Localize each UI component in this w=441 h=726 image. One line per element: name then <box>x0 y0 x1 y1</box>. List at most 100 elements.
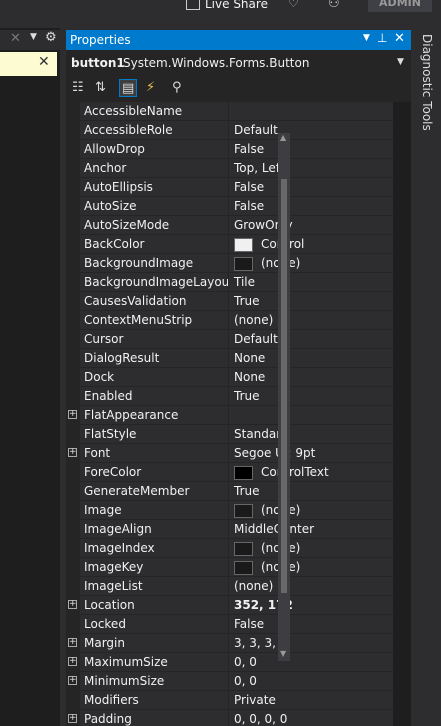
property-value[interactable]: (none) <box>229 501 393 519</box>
property-value[interactable]: True <box>229 387 393 405</box>
property-value[interactable]: (none) <box>229 539 393 557</box>
property-value[interactable]: (none) <box>229 311 393 329</box>
account-icon[interactable]: ⚇ <box>328 0 340 11</box>
vertical-scrollbar[interactable]: ▲ ▼ <box>278 133 290 661</box>
property-value[interactable]: Control <box>229 235 393 253</box>
property-pages-icon[interactable]: ⚲ <box>170 79 188 97</box>
property-row[interactable]: Dock None <box>66 368 411 387</box>
expand-icon[interactable]: + <box>68 448 77 457</box>
property-row[interactable]: + Font Segoe UI; 9pt <box>66 444 411 463</box>
property-value[interactable]: None <box>229 368 393 386</box>
property-value[interactable]: 3, 3, 3, 3 <box>229 634 393 652</box>
property-value[interactable]: False <box>229 178 393 196</box>
property-row[interactable]: FlatStyle Standard <box>66 425 411 444</box>
property-row[interactable]: GenerateMember True <box>66 482 411 501</box>
property-row[interactable]: DialogResult None <box>66 349 411 368</box>
property-row[interactable]: ContextMenuStrip (none) <box>66 311 411 330</box>
property-value[interactable]: (none) <box>229 254 393 272</box>
property-value[interactable]: Default <box>229 330 393 348</box>
property-value[interactable]: 0, 0 <box>229 653 393 671</box>
property-row[interactable]: ImageAlign MiddleCenter <box>66 520 411 539</box>
row-gutter: + <box>66 444 80 463</box>
close-tab-icon[interactable]: ✕ <box>38 54 50 70</box>
property-value[interactable]: None <box>229 349 393 367</box>
property-row[interactable]: AccessibleName <box>66 102 411 121</box>
property-value[interactable]: GrowOnly <box>229 216 393 234</box>
property-row[interactable]: ImageKey(none) <box>66 558 411 577</box>
property-row[interactable]: Enabled True <box>66 387 411 406</box>
property-value[interactable]: (none) <box>229 558 393 576</box>
property-value[interactable]: MiddleCenter <box>229 520 393 538</box>
property-row[interactable]: AutoEllipsis False <box>66 178 411 197</box>
property-row[interactable]: + Margin 3, 3, 3, 3 <box>66 634 411 653</box>
property-row[interactable]: ImageList (none) <box>66 577 411 596</box>
expand-icon[interactable]: + <box>68 676 77 685</box>
live-share-button[interactable]: Live Share <box>186 0 268 11</box>
property-row[interactable]: BackgroundImage(none) <box>66 254 411 273</box>
property-row[interactable]: + MaximumSize 0, 0 <box>66 653 411 672</box>
close-icon[interactable]: ✕ <box>394 31 405 46</box>
property-value[interactable] <box>229 406 393 424</box>
property-row[interactable]: Cursor Default <box>66 330 411 349</box>
gear-icon[interactable]: ⚙ <box>45 30 57 45</box>
property-row[interactable]: Anchor Top, Left <box>66 159 411 178</box>
properties-icon[interactable]: ▤ <box>119 79 137 97</box>
property-value[interactable]: Tile <box>229 273 393 291</box>
property-row[interactable]: AccessibleRole Default <box>66 121 411 140</box>
property-row[interactable]: + Location 352, 172 <box>66 596 411 615</box>
object-selector[interactable]: button1 System.Windows.Forms.Button ▼ <box>66 52 411 72</box>
events-icon[interactable]: ⚡ <box>144 79 162 97</box>
property-value[interactable]: False <box>229 615 393 633</box>
property-row[interactable]: Image(none) <box>66 501 411 520</box>
property-row[interactable]: ImageIndex(none) <box>66 539 411 558</box>
expand-icon[interactable]: + <box>68 714 77 723</box>
property-row[interactable]: + Padding 0, 0, 0, 0 <box>66 710 411 726</box>
diagnostic-tools-tab[interactable]: Diagnostic Tools <box>416 28 441 726</box>
property-value[interactable]: ControlText <box>229 463 393 481</box>
property-row[interactable]: + MinimumSize 0, 0 <box>66 672 411 691</box>
property-row[interactable]: Locked False <box>66 615 411 634</box>
categorized-icon[interactable]: ☷ <box>70 79 88 97</box>
property-value[interactable]: 0, 0 <box>229 672 393 690</box>
property-value[interactable]: 0, 0, 0, 0 <box>229 710 393 726</box>
alphabetical-icon[interactable]: ⇅ <box>93 79 111 97</box>
property-value[interactable]: True <box>229 482 393 500</box>
property-value[interactable]: Top, Left <box>229 159 393 177</box>
row-gutter <box>66 159 80 178</box>
expand-icon[interactable]: + <box>68 657 77 666</box>
close-icon[interactable]: ✕ <box>10 31 21 46</box>
property-row[interactable]: BackColorControl <box>66 235 411 254</box>
property-value[interactable]: (none) <box>229 577 393 595</box>
chevron-down-icon[interactable]: ▼ <box>397 57 404 67</box>
scroll-thumb[interactable] <box>281 179 287 593</box>
property-row[interactable]: AutoSizeMode GrowOnly <box>66 216 411 235</box>
feedback-icon[interactable]: ♡ <box>288 0 302 10</box>
property-value[interactable] <box>229 102 393 120</box>
scroll-down-icon[interactable]: ▼ <box>280 649 286 658</box>
property-row[interactable]: CausesValidation True <box>66 292 411 311</box>
property-row[interactable]: Modifiers Private <box>66 691 411 710</box>
property-value[interactable]: False <box>229 140 393 158</box>
editor-tab[interactable]: ✕ <box>0 52 57 76</box>
property-value-text: ControlText <box>261 465 329 479</box>
property-row[interactable]: ForeColor ControlText <box>66 463 411 482</box>
pin-icon[interactable]: ⊥ <box>377 31 387 45</box>
property-row[interactable]: AutoSize False <box>66 197 411 216</box>
expand-icon[interactable]: + <box>68 638 77 647</box>
row-gutter <box>66 425 80 444</box>
property-value[interactable]: False <box>229 197 393 215</box>
expand-icon[interactable]: + <box>68 410 77 419</box>
property-value[interactable]: Standard <box>229 425 393 443</box>
expand-icon[interactable]: + <box>68 600 77 609</box>
property-value[interactable]: Private <box>229 691 393 709</box>
property-row[interactable]: AllowDrop False <box>66 140 411 159</box>
chevron-down-icon[interactable]: ▼ <box>30 32 37 42</box>
window-position-icon[interactable]: ▼ <box>363 33 370 43</box>
property-value[interactable]: True <box>229 292 393 310</box>
property-row[interactable]: + FlatAppearance <box>66 406 411 425</box>
scroll-up-icon[interactable]: ▲ <box>280 133 286 142</box>
property-value[interactable]: Segoe UI; 9pt <box>229 444 393 462</box>
property-value[interactable]: Default <box>229 121 393 139</box>
property-value[interactable]: 352, 172 <box>229 596 393 614</box>
property-row[interactable]: BackgroundImageLayout Tile <box>66 273 411 292</box>
